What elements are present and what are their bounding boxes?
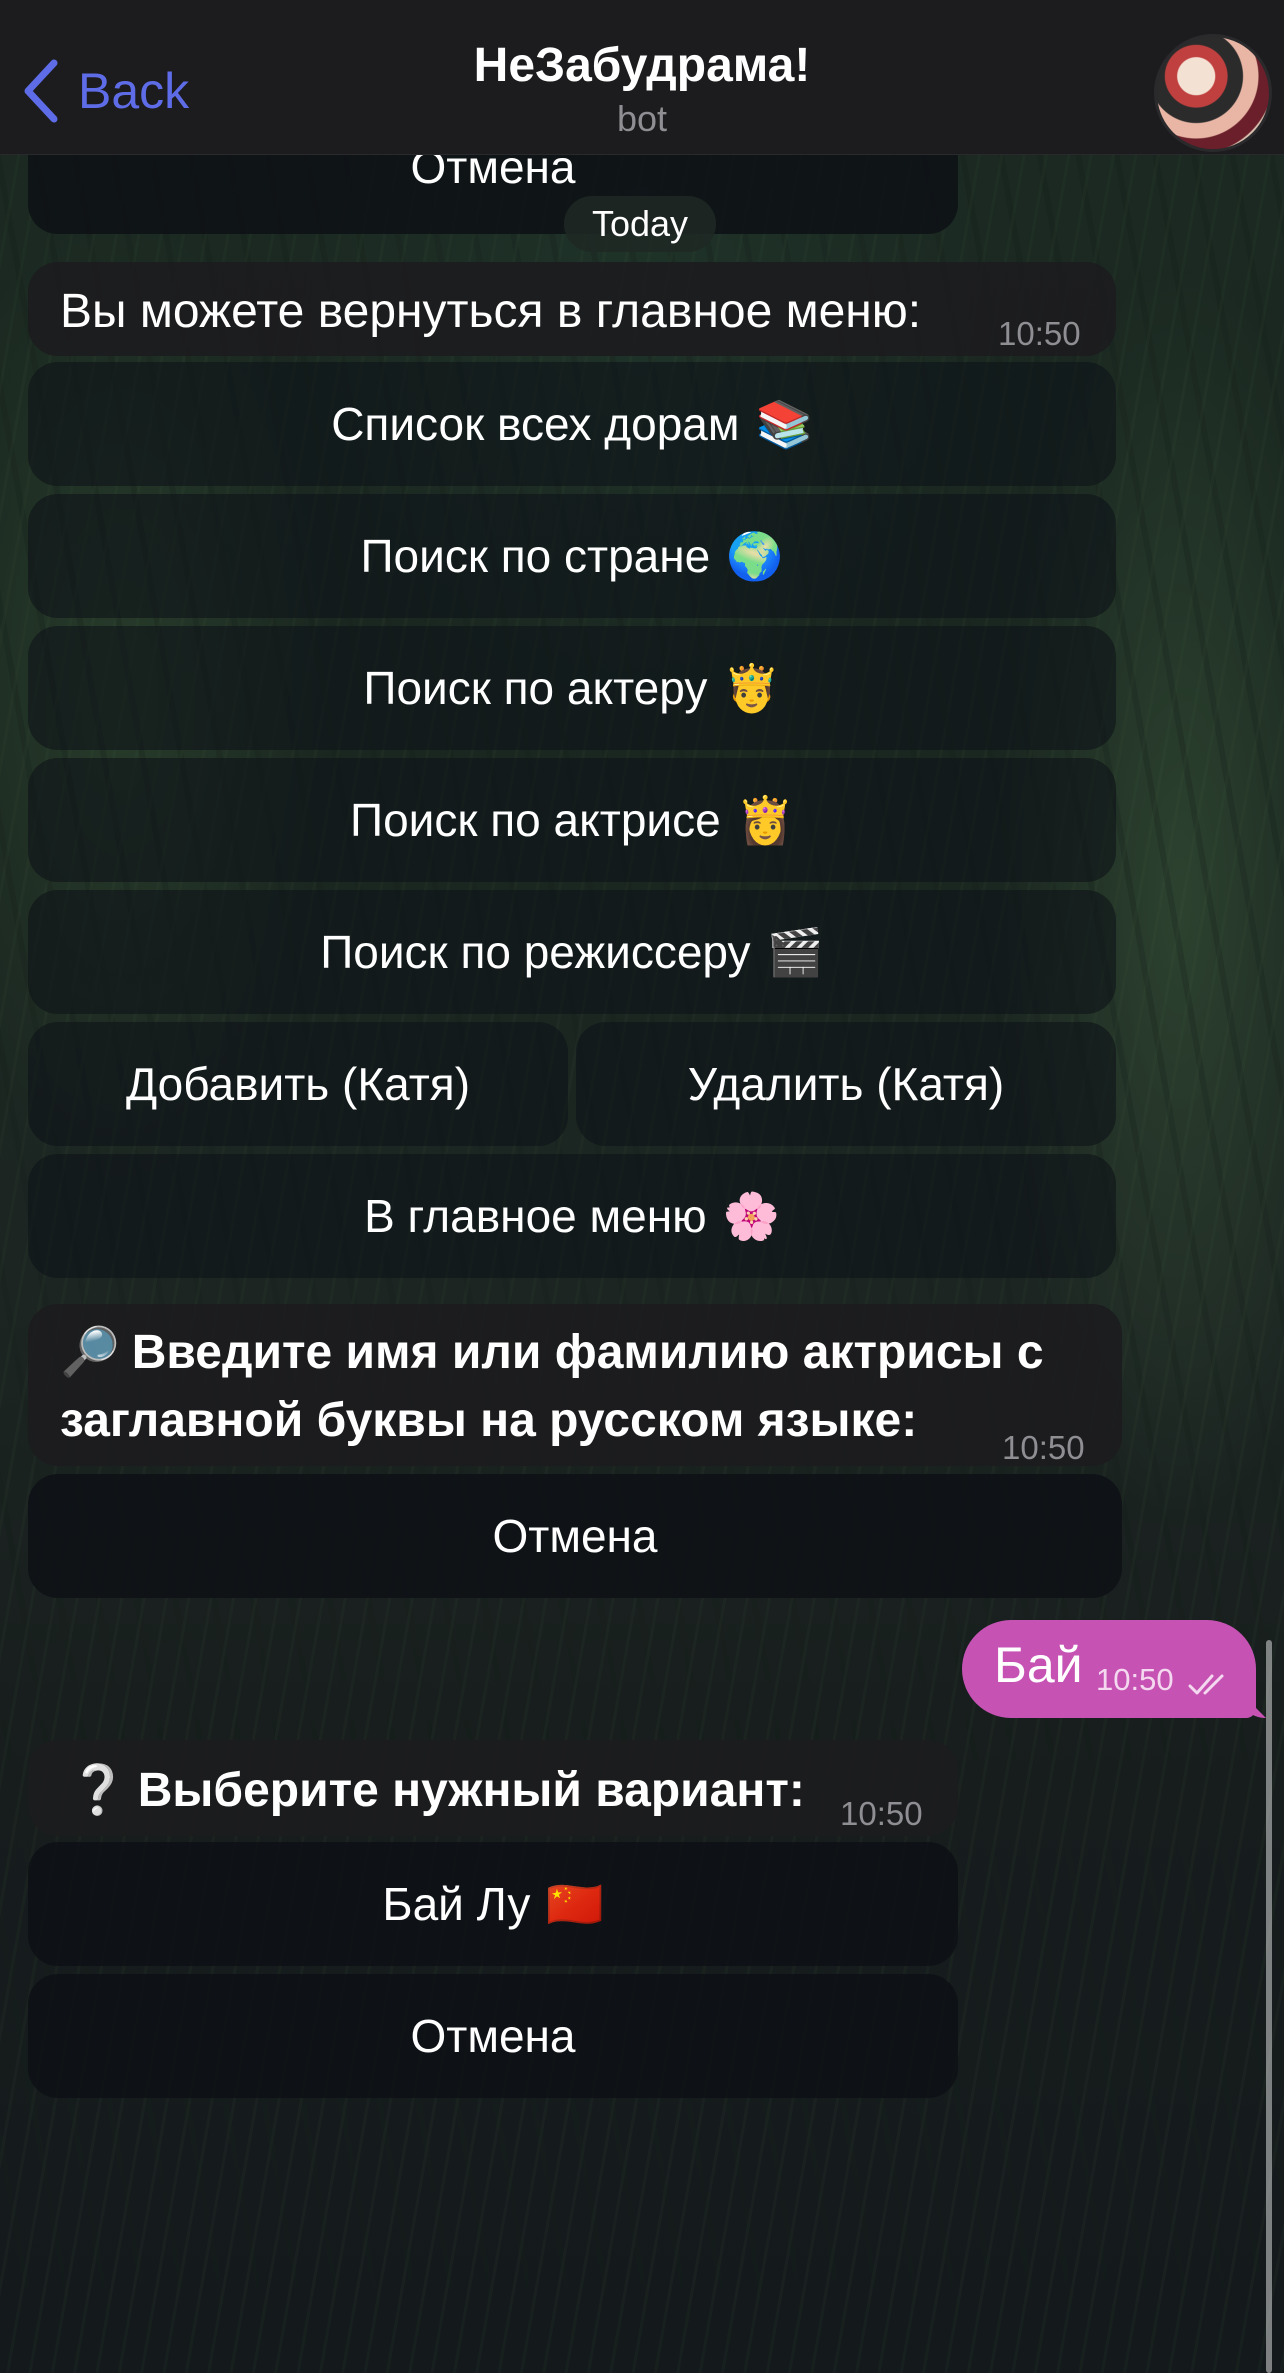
chat-header: Back НеЗабудрама! bot bbox=[0, 0, 1284, 155]
search-cancel-label: Отмена bbox=[492, 1510, 658, 1562]
delete-label: Удалить (Катя) bbox=[687, 1058, 1005, 1110]
read-checkmarks-icon bbox=[1188, 1674, 1224, 1695]
option-bai-lu-button[interactable]: Бай Лу 🇨🇳 bbox=[28, 1842, 958, 1966]
main-menu-label: В главное меню bbox=[364, 1190, 707, 1242]
search-by-director-button[interactable]: Поиск по режиссеру 🎬 bbox=[28, 890, 1116, 1014]
search-cancel-button[interactable]: Отмена bbox=[28, 1474, 1122, 1598]
search-by-actor-label: Поиск по актеру bbox=[363, 662, 708, 714]
outgoing-message-time: 10:50 bbox=[1096, 1662, 1174, 1697]
menu-message: Вы можете вернуться в главное меню: 10:5… bbox=[28, 262, 1116, 356]
main-menu-button[interactable]: В главное меню 🌸 bbox=[28, 1154, 1116, 1278]
scrollbar[interactable] bbox=[1266, 1640, 1272, 2373]
search-prompt-message: 🔎 Введите имя или фамилию актрисы с загла… bbox=[28, 1304, 1122, 1466]
chat-subtitle: bot bbox=[616, 98, 668, 139]
delete-button[interactable]: Удалить (Катя) bbox=[576, 1022, 1116, 1146]
search-by-actress-button[interactable]: Поиск по актрисе 👸 bbox=[28, 758, 1116, 882]
add-button[interactable]: Добавить (Катя) bbox=[28, 1022, 568, 1146]
search-by-director-label: Поиск по режиссеру bbox=[320, 926, 751, 978]
books-icon: 📚 bbox=[755, 396, 813, 451]
outgoing-message-text: Бай bbox=[994, 1637, 1083, 1693]
add-label: Добавить (Катя) bbox=[125, 1058, 471, 1110]
date-separator: Today bbox=[564, 196, 716, 252]
china-flag-icon: 🇨🇳 bbox=[546, 1876, 604, 1931]
question-icon: ❔ bbox=[68, 1762, 128, 1818]
choice-message-time: 10:50 bbox=[840, 1795, 923, 1832]
bot-avatar[interactable] bbox=[1154, 34, 1272, 152]
option-bai-lu-label: Бай Лу bbox=[382, 1878, 531, 1930]
magnifier-icon: 🔎 bbox=[60, 1324, 120, 1380]
menu-message-text: Вы можете вернуться в главное меню: bbox=[60, 285, 922, 338]
clapperboard-icon: 🎬 bbox=[766, 924, 824, 979]
search-by-country-label: Поиск по стране bbox=[360, 530, 711, 582]
option-cancel-label: Отмена bbox=[410, 2010, 576, 2062]
search-by-country-button[interactable]: Поиск по стране 🌍 bbox=[28, 494, 1116, 618]
prince-icon: 🤴 bbox=[723, 660, 781, 715]
chat-title[interactable]: НеЗабудрама! bbox=[0, 38, 1284, 93]
search-prompt-time: 10:50 bbox=[1002, 1429, 1085, 1466]
search-prompt-text: Введите имя или фамилию актрисы с заглав… bbox=[60, 1326, 1044, 1447]
outgoing-message: Бай 10:50 bbox=[962, 1620, 1256, 1718]
blossom-icon: 🌸 bbox=[722, 1188, 780, 1243]
search-by-actor-button[interactable]: Поиск по актеру 🤴 bbox=[28, 626, 1116, 750]
option-cancel-button[interactable]: Отмена bbox=[28, 1974, 958, 2098]
choice-message: ❔ Выберите нужный вариант: 10:50 bbox=[28, 1740, 958, 1836]
globe-icon: 🌍 bbox=[726, 528, 784, 583]
princess-icon: 👸 bbox=[736, 792, 794, 847]
all-dramas-button[interactable]: Список всех дорам 📚 bbox=[28, 362, 1116, 486]
menu-message-time: 10:50 bbox=[998, 315, 1081, 352]
all-dramas-label: Список всех дорам bbox=[331, 398, 740, 450]
choice-message-text: Выберите нужный вариант: bbox=[137, 1764, 805, 1817]
search-by-actress-label: Поиск по актрисе bbox=[350, 794, 721, 846]
